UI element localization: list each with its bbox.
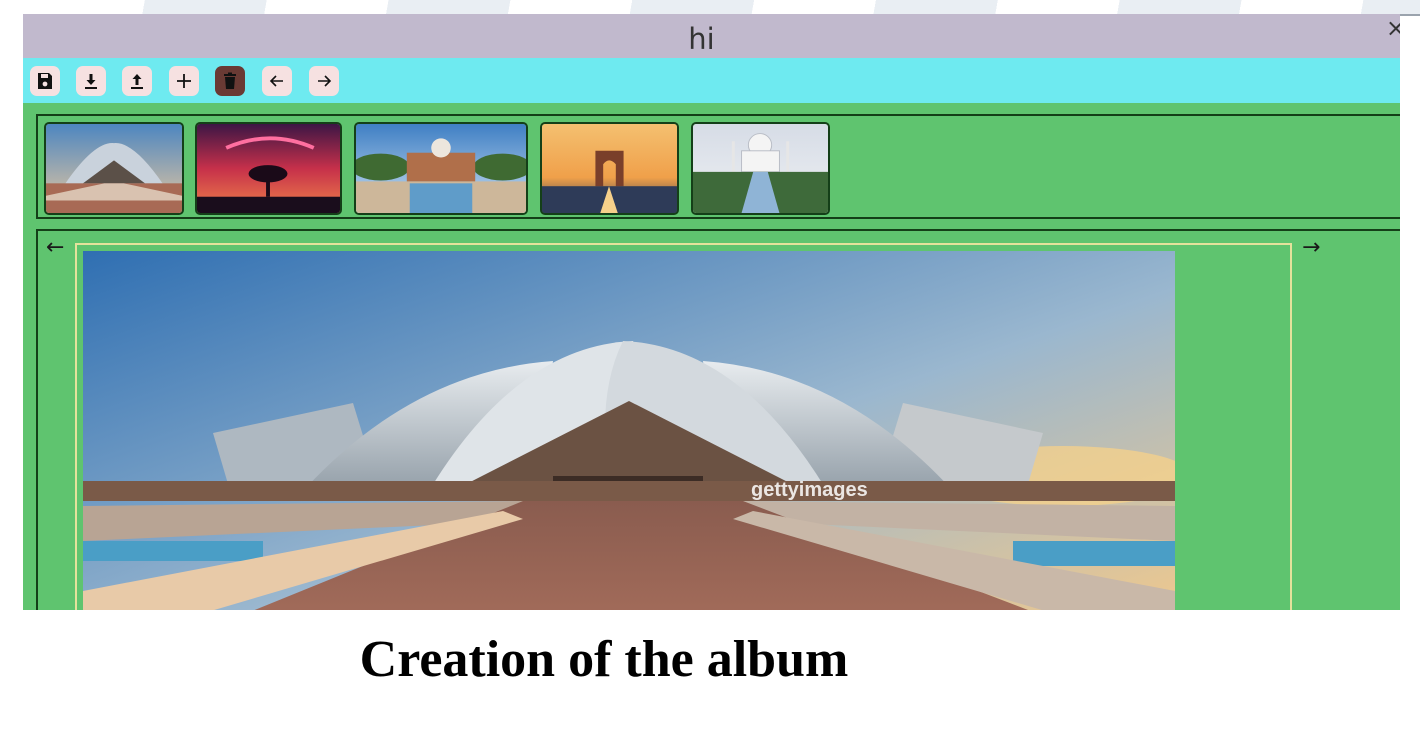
- album-content: ← → gettyimages: [23, 103, 1400, 610]
- delete-button[interactable]: [215, 66, 245, 96]
- viewer-next-arrow-icon[interactable]: →: [1302, 235, 1320, 260]
- delete-icon: [224, 72, 236, 89]
- caption-text: Creation of the album: [359, 631, 849, 688]
- thumbnail-strip: [36, 114, 1400, 219]
- thumbnail-humayun-tomb[interactable]: [354, 122, 528, 215]
- save-icon: [38, 73, 52, 89]
- save-button[interactable]: [30, 66, 60, 96]
- image-frame: gettyimages: [75, 243, 1292, 610]
- add-button[interactable]: [169, 66, 199, 96]
- thumbnail-lotus-temple[interactable]: [44, 122, 184, 215]
- previous-button[interactable]: [262, 66, 292, 96]
- next-button[interactable]: [309, 66, 339, 96]
- close-icon[interactable]: ×: [1386, 14, 1400, 42]
- window-title: hi: [688, 22, 715, 56]
- thumbnail-tree-sunset[interactable]: [195, 122, 342, 215]
- viewer-prev-arrow-icon[interactable]: ←: [46, 235, 64, 260]
- arrow-left-icon: [269, 75, 283, 87]
- add-icon: [177, 74, 191, 88]
- image-viewer: ← → gettyimages: [36, 229, 1400, 610]
- arrow-right-icon: [318, 75, 332, 87]
- thumbnail-taj-mahal[interactable]: [691, 122, 830, 215]
- title-bar: hi ×: [23, 14, 1400, 58]
- upload-button[interactable]: [122, 66, 152, 96]
- album-window: hi × ← → gettyimages: [23, 14, 1400, 610]
- download-icon: [85, 74, 97, 89]
- download-button[interactable]: [76, 66, 106, 96]
- main-image-lotus-temple: gettyimages: [83, 251, 1175, 610]
- thumbnail-india-gate[interactable]: [540, 122, 679, 215]
- toolbar: [23, 58, 1400, 103]
- watermark-text: gettyimages: [751, 479, 868, 501]
- upload-icon: [131, 74, 143, 89]
